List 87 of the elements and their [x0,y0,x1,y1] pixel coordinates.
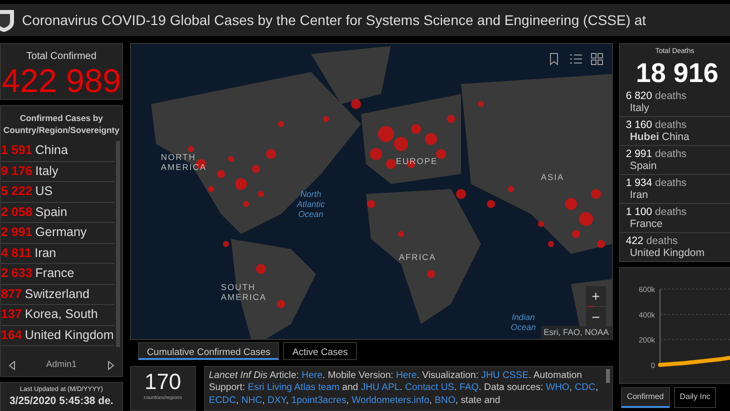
death-unit: deaths [655,90,687,102]
continent-label: ASIA [540,172,566,182]
confirmed-count: 137 [1,306,22,324]
country-name: Germany [35,224,87,242]
zoom-out-button[interactable]: − [586,307,606,327]
confirmed-count: 2 633 [1,265,32,282]
list-heading: Confirmed Cases by Country/Region/Sovereignty [2,112,120,137]
source-link[interactable]: WHO [546,382,570,394]
grid-line [659,314,730,315]
zoom-in-button[interactable]: + [586,286,606,306]
bookmark-icon[interactable] [548,53,560,65]
source-link[interactable]: Worldometers.info [352,394,430,406]
confirmed-count: 2 991 [1,224,32,242]
death-place: Italy [628,102,650,114]
death-unit: deaths [655,118,687,130]
death-place: Iran [628,188,649,200]
continent-label: NORTH AMERICA [160,152,208,172]
confirmed-count: 877 [1,286,22,303]
death-unit: deaths [655,206,687,218]
grid-icon[interactable] [590,53,603,65]
country-name: Switzerland [24,286,90,303]
confirmed-count: 9 176 [1,162,32,180]
death-unit: deaths [646,234,678,246]
ocean-label: Indian Ocean [510,312,537,332]
confirmed-count: 1 591 [1,142,32,160]
country-name: Korea, South [24,306,98,324]
source-link[interactable]: JHU CSSE [481,370,529,381]
death-unit: deaths [655,148,687,160]
countries-count: 170 [143,369,182,395]
country-name: China [35,142,68,160]
map-tab[interactable]: Cumulative Confirmed Cases [138,342,280,360]
source-link[interactable]: BNO [434,394,456,406]
grid-line [659,288,730,290]
last-updated-value: 3/25/2020 5:45:38 de. [8,394,114,408]
country-name: Spain [35,204,68,221]
source-link[interactable]: 1point3acres [291,394,346,406]
country-name: United Kingdom [24,326,114,344]
source-link[interactable]: Here [302,370,322,381]
continent-label: EUROPE [396,156,439,166]
map-attribution: Esri, FAO, NOAA [540,326,612,339]
chart-tab[interactable]: Daily Inc [674,387,716,408]
list-icon[interactable] [570,53,582,65]
death-count: 2 991 [626,148,652,160]
next-icon[interactable] [108,360,114,370]
death-count: 3 160 [626,118,652,130]
death-unit: deaths [655,176,687,188]
shield-logo-icon [0,8,14,32]
source-link[interactable]: Esri Living Atlas team [248,382,340,394]
death-place: Spain [628,160,658,172]
source-link[interactable]: CDC [574,382,596,394]
continent-label: SOUTH AMERICA [220,282,268,302]
confirmed-count: 4 811 [1,244,32,262]
scrollbar[interactable] [116,141,120,347]
source-link[interactable]: JHU APL [360,382,400,394]
death-count: 6 820 [626,90,652,102]
confirmed-count: 164 [1,326,22,344]
death-count: 1 934 [626,176,652,188]
sources-text: Lancet Inf Dis Article: Here. Mobile Version: Here. Visualization: JHU CSSE. Automation Support: Esri Living Atlas team and JHU APL. Contact US. FAQ. Data sources: WHO, CDC, ECDC, NHC, DXY, 1point3acres, Worldometers.info, BNO, state and [208,369,600,408]
death-place: United Kingdom [628,246,706,258]
scrollbar[interactable] [606,369,610,383]
confirmed-count: 5 222 [1,183,32,200]
source-link[interactable]: NHC [241,394,262,406]
source-link[interactable]: ECDC [208,394,236,406]
chart-tab[interactable]: Confirmed [620,387,670,408]
source-link[interactable]: Contact US [405,382,454,394]
confirmed-count: 2 058 [1,204,32,221]
total-confirmed-label: Total Confirmed [25,50,98,64]
country-name: Iran [34,244,56,262]
grid-line [659,339,730,340]
total-confirmed-value: 422 989 [1,64,122,98]
death-place: Hubei China [628,130,690,142]
country-name: US [35,183,53,200]
source-link[interactable]: FAQ [460,382,479,394]
death-count: 1 100 [626,206,652,218]
death-count: 422 [626,234,644,246]
list-footer-label: Admin1 [46,358,77,372]
ocean-label: North Atlantic Ocean [296,189,326,219]
dashboard-title: Coronavirus COVID-19 Global Cases by the Center for Systems Science and Engineering (CSSE) at [22,10,646,30]
total-deaths-value: 18 916 [634,58,720,88]
country-name: France [35,265,74,282]
country-name: Italy [35,162,58,180]
source-link[interactable]: DXY [267,394,286,406]
source-link[interactable]: Here [396,370,417,381]
continent-label: AFRICA [398,252,437,262]
death-place: France [628,218,664,230]
map-tab[interactable]: Active Cases [283,342,357,360]
previous-icon[interactable] [9,360,15,370]
